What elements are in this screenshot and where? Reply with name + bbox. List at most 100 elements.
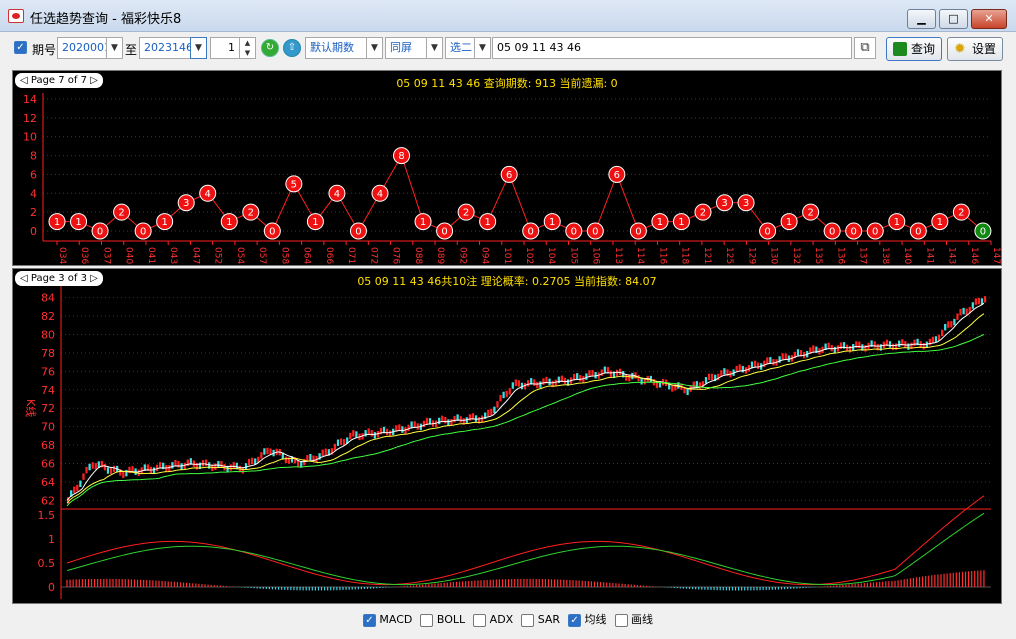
top-x-tick-label: 136 (835, 247, 845, 264)
minimize-button[interactable]: ▁ (907, 9, 936, 29)
kline-candle (385, 428, 389, 436)
top-x-tick-label: 054 (235, 247, 245, 264)
top-x-tick-label: 076 (391, 247, 401, 264)
legend-checkbox[interactable]: ✓ (614, 613, 628, 627)
omission-chart-panel: 14 12 10 8 6 4 2 0 1 1 0 2 0 1 3 4 1 2 0 5 1 4 0 4 8 1 0 2 1 6 0 1 0 0 6 0 1… (12, 70, 1002, 266)
close-button[interactable]: ✕ (971, 9, 1007, 29)
top-data-label: 0 (980, 227, 986, 238)
top-data-label: 1 (484, 217, 490, 228)
kline-candle (339, 438, 343, 445)
toolbar: ✓ 期号 2020001 ▼ 至 2023146 ▼ 1 ▲ ▼ ↻ ⇧ 默认期数… (0, 33, 1016, 63)
legend-item-2[interactable]: ✓ ADX (473, 609, 513, 631)
kline-candle (511, 382, 514, 389)
kline-candle (781, 353, 784, 360)
upload-icon[interactable]: ⇧ (283, 39, 301, 57)
period-checkbox[interactable]: ✓ (14, 41, 27, 54)
legend-checkbox[interactable]: ✓ (362, 613, 376, 627)
kline-candle (177, 461, 180, 468)
kline-candle (410, 421, 413, 428)
kline-candle (833, 346, 836, 354)
top-data-label: 0 (635, 227, 641, 238)
to-dropdown-chevron-icon[interactable]: ▼ (190, 37, 207, 59)
refresh-icon[interactable]: ↻ (261, 39, 279, 57)
top-data-label: 3 (183, 198, 189, 209)
kline-candle (94, 463, 97, 470)
top-data-label: 0 (872, 227, 878, 238)
top-y-tick-label: 4 (30, 187, 37, 200)
top-x-tick-label: 037 (101, 247, 111, 264)
kline-candle (502, 391, 505, 399)
mode-select[interactable]: 默认期数 (305, 37, 367, 59)
select-dropdown-chevron-icon[interactable]: ▼ (474, 37, 491, 59)
kline-candle (453, 415, 456, 423)
kline-candle (757, 362, 760, 369)
legend-item-3[interactable]: ✓ SAR (521, 609, 560, 631)
kline-candle (122, 471, 125, 479)
kline-y-tick-label: 68 (41, 439, 55, 452)
kline-candle (864, 345, 867, 352)
kline-candle (517, 380, 521, 387)
top-chart-title: 05 09 11 43 46 查询期数: 913 当前遗漏: 0 (396, 77, 618, 90)
kline-candle (907, 343, 910, 350)
kline-candle (401, 426, 404, 433)
top-x-tick-label: 064 (302, 247, 312, 264)
macd-y-tick-label: 0.5 (38, 557, 56, 570)
kline-y-tick-label: 80 (41, 328, 55, 341)
kline-candle (91, 462, 94, 469)
kline-candle (588, 370, 591, 377)
gear-icon: ✹ (954, 41, 966, 57)
kline-candle (579, 375, 582, 382)
legend-checkbox[interactable]: ✓ (420, 613, 434, 627)
top-x-tick-label: 132 (791, 247, 801, 264)
maximize-button[interactable]: □ (939, 9, 968, 29)
screen-select[interactable]: 同屏 (385, 37, 427, 59)
kline-candle (600, 369, 603, 376)
kline-candle (738, 364, 741, 371)
legend-checkbox[interactable]: ✓ (568, 613, 582, 627)
kline-candle (88, 463, 91, 471)
legend-checkbox[interactable]: ✓ (521, 613, 535, 627)
legend-item-5[interactable]: ✓ 画线 (614, 609, 653, 631)
top-data-label: 4 (377, 189, 383, 200)
query-button-label: 查询 (911, 42, 936, 56)
select-type[interactable]: 选二 (445, 37, 475, 59)
top-x-tick-label: 135 (813, 247, 823, 264)
top-data-label: 1 (420, 217, 426, 228)
from-period-input[interactable]: 2020001 (57, 37, 111, 59)
top-x-tick-label: 040 (124, 247, 134, 264)
kline-chart-panel: 848280787674727068666462K线1.510.50MACD ◁… (12, 268, 1002, 604)
top-x-tick-label: 146 (969, 247, 979, 264)
legend-item-1[interactable]: ✓ BOLL (420, 609, 465, 631)
legend-checkbox[interactable]: ✓ (473, 613, 487, 627)
top-x-tick-label: 141 (924, 247, 934, 264)
kline-candle (637, 374, 640, 382)
kline-candle (113, 465, 116, 473)
copy-icon[interactable]: ⧉ (854, 37, 876, 59)
top-data-label: 1 (54, 217, 60, 228)
kline-candle (125, 469, 128, 477)
kline-candle (321, 449, 324, 457)
numbers-input[interactable]: 05 09 11 43 46 (492, 37, 852, 59)
kline-candle (324, 448, 327, 455)
top-data-label: 0 (764, 227, 770, 238)
top-x-tick-label: 138 (880, 247, 890, 264)
to-period-input[interactable]: 2023146 (139, 37, 193, 59)
kline-candle (527, 380, 530, 387)
count-stepper[interactable]: ▲ ▼ (239, 37, 256, 59)
indicator-legend: ✓ MACD ✓ BOLL ✓ ADX ✓ SAR ✓ 均线 ✓ 画线 (0, 609, 1016, 633)
legend-item-0[interactable]: ✓ MACD (362, 609, 412, 631)
top-data-label: 2 (463, 208, 469, 219)
kline-candle (609, 370, 613, 377)
legend-item-4[interactable]: ✓ 均线 (568, 609, 607, 631)
settings-button[interactable]: ✹ 设置 (947, 37, 1003, 61)
top-y-tick-label: 10 (23, 131, 37, 144)
screen-dropdown-chevron-icon[interactable]: ▼ (426, 37, 443, 59)
top-data-label: 2 (958, 208, 964, 219)
top-x-tick-label: 102 (524, 247, 534, 264)
mode-dropdown-chevron-icon[interactable]: ▼ (366, 37, 383, 59)
from-dropdown-chevron-icon[interactable]: ▼ (106, 37, 123, 59)
title-bar: 任选趋势查询 - 福彩快乐8 ▁ □ ✕ (0, 0, 1016, 32)
query-button[interactable]: 查询 (886, 37, 942, 61)
top-x-tick-label: 088 (413, 247, 423, 264)
count-input[interactable]: 1 (210, 37, 240, 59)
